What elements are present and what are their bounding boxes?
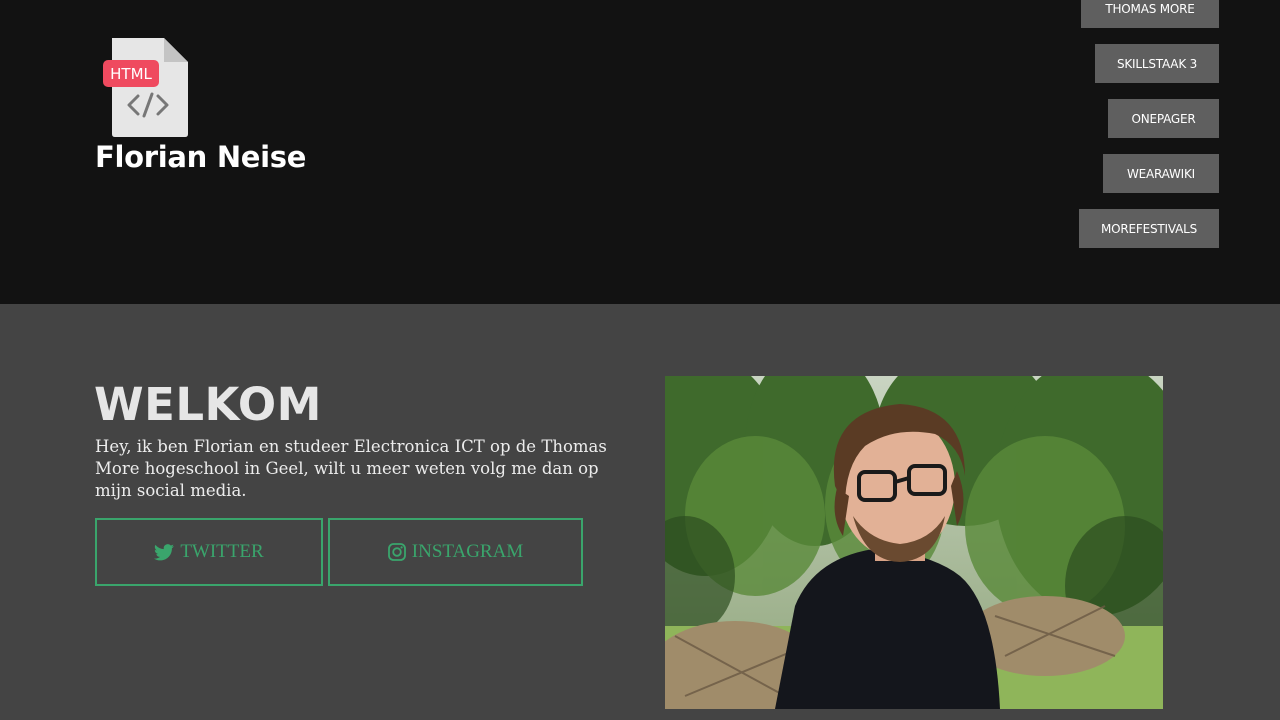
instagram-icon [387,543,406,561]
profile-photo [665,376,1163,709]
site-title: Florian Neise [95,140,307,174]
intro-text: Hey, ik ben Florian en studeer Electroni… [95,437,607,500]
html-badge-text: HTML [110,65,152,83]
nav-thomas-more[interactable]: THOMAS MORE [1081,0,1219,28]
nav-skillstaak-3[interactable]: SKILLSTAAK 3 [1095,44,1219,83]
html-file-icon[interactable]: HTML [102,36,190,138]
twitter-icon [154,543,175,561]
twitter-button[interactable]: TWITTER [95,518,323,586]
instagram-button[interactable]: INSTAGRAM [328,518,583,586]
nav-wearawiki[interactable]: WEARAWIKI [1103,154,1219,193]
site-header: HTML Florian Neise THOMAS MORE SKILLSTAA… [0,0,1280,304]
nav-morefestivals[interactable]: MOREFESTIVALS [1079,209,1219,248]
welcome-title: WELKOM [94,378,322,431]
instagram-label: INSTAGRAM [411,541,524,562]
nav-onepager[interactable]: ONEPAGER [1108,99,1219,138]
twitter-label: TWITTER [180,541,264,562]
